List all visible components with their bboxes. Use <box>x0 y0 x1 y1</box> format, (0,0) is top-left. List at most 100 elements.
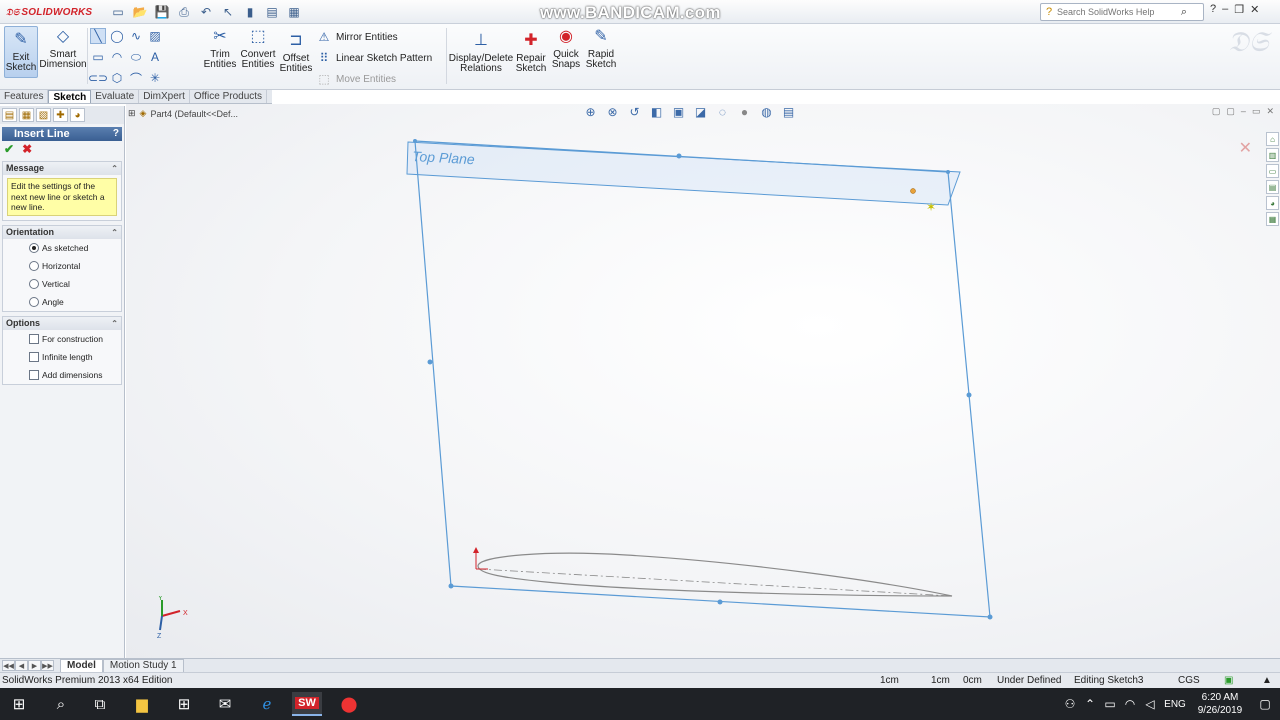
exit-sketch-button[interactable]: ✎ Exit Sketch <box>4 26 38 78</box>
dimxpert-manager-icon[interactable]: ✚ <box>53 108 68 122</box>
wifi-icon[interactable]: ◠ <box>1120 697 1140 711</box>
open-file-icon[interactable]: 📂 <box>132 4 148 20</box>
slot-icon[interactable]: ⊂⊃ <box>88 70 108 86</box>
mirror-entities-button[interactable]: ⚠ Mirror Entities <box>316 30 398 44</box>
last-tab-icon[interactable]: ▶▶ <box>41 660 54 671</box>
repair-sketch-button[interactable]: ✚ Repair Sketch <box>515 30 547 74</box>
minimize-icon[interactable]: – <box>1222 3 1228 16</box>
plane-corner[interactable] <box>987 614 993 620</box>
next-tab-icon[interactable]: ▶ <box>28 660 41 671</box>
file-explorer-icon[interactable]: ▆ <box>127 692 157 716</box>
plane-handle[interactable] <box>427 359 433 365</box>
solidworks-logo[interactable]: 𝔇𝔖 SOLIDWORKS <box>2 4 96 20</box>
save-icon[interactable]: 💾 <box>154 4 170 20</box>
checkbox[interactable] <box>29 370 39 380</box>
ellipse-icon[interactable]: ⬭ <box>128 49 144 65</box>
message-group-header[interactable]: Message ⌃ <box>3 162 121 175</box>
rapid-sketch-button[interactable]: ✎ Rapid Sketch <box>585 26 617 70</box>
select-icon[interactable]: ↖ <box>220 4 236 20</box>
options-group-header[interactable]: Options ⌃ <box>3 317 121 330</box>
status-expand-icon[interactable]: ▲ <box>1262 675 1272 686</box>
polygon-icon[interactable]: ⬡ <box>109 70 125 86</box>
language-indicator[interactable]: ENG <box>1160 699 1190 710</box>
rebuild-icon[interactable]: ▮ <box>242 4 258 20</box>
property-manager-icon[interactable]: ▦ <box>19 108 34 122</box>
display-delete-relations-button[interactable]: ⊥ Display/Delete Relations <box>449 30 513 74</box>
edge-icon[interactable]: ℯ <box>252 692 282 716</box>
line-icon[interactable]: ╲ <box>90 28 106 44</box>
windows-start-icon[interactable]: ⊞ <box>4 692 34 716</box>
orientation-vertical[interactable]: Vertical <box>3 275 121 293</box>
search-icon[interactable]: ⌕ <box>46 692 76 716</box>
option-for-construction[interactable]: For construction <box>3 330 121 348</box>
undo-icon[interactable]: ↶ <box>198 4 214 20</box>
tab-model[interactable]: Model <box>60 658 103 673</box>
spline-icon[interactable]: ∿ <box>128 28 144 44</box>
file-properties-icon[interactable]: ▤ <box>264 4 280 20</box>
restore-icon[interactable]: ❐ <box>1234 3 1244 16</box>
trim-entities-button[interactable]: ✂ Trim Entities <box>204 26 237 70</box>
help-menu-icon[interactable]: ? <box>1210 3 1216 16</box>
tab-motion-study-1[interactable]: Motion Study 1 <box>102 658 184 673</box>
checkbox[interactable] <box>29 334 39 344</box>
point-icon[interactable]: ✳ <box>147 70 163 86</box>
plane-corner[interactable] <box>946 170 950 174</box>
prev-tab-icon[interactable]: ◀ <box>15 660 28 671</box>
tab-evaluate[interactable]: Evaluate <box>91 90 140 103</box>
clock[interactable]: 6:20 AM 9/26/2019 <box>1190 691 1250 717</box>
text-icon[interactable]: A <box>147 49 163 65</box>
linear-sketch-pattern-button[interactable]: ⠿ Linear Sketch Pattern <box>316 51 433 65</box>
options-icon[interactable]: ▦ <box>286 4 302 20</box>
display-manager-icon[interactable]: ◕ <box>70 108 85 122</box>
plane-corner[interactable] <box>448 583 454 589</box>
airfoil-profile[interactable] <box>477 552 953 597</box>
radio-button[interactable] <box>29 297 39 307</box>
orientation-group-header[interactable]: Orientation ⌃ <box>3 226 121 239</box>
tab-dimxpert[interactable]: DimXpert <box>139 90 190 103</box>
feature-tree-icon[interactable]: ▤ <box>2 108 17 122</box>
plane-corner[interactable] <box>413 139 417 143</box>
plane-handle[interactable] <box>966 392 972 398</box>
quick-snaps-button[interactable]: ◉ Quick Snaps <box>550 26 582 70</box>
tab-features[interactable]: Features <box>0 90 49 103</box>
tab-sketch[interactable]: Sketch <box>48 90 92 103</box>
rectangle-icon[interactable]: ▭ <box>90 49 106 65</box>
plane-handle[interactable] <box>717 599 723 605</box>
move-entities-button[interactable]: ⬚ Move Entities <box>316 72 396 86</box>
search-icon[interactable]: ⌕ <box>1175 6 1193 19</box>
unit-system[interactable]: CGS <box>1178 675 1200 686</box>
radio-button[interactable] <box>29 279 39 289</box>
orientation-angle[interactable]: Angle <box>3 293 121 311</box>
option-infinite-length[interactable]: Infinite length <box>3 348 121 366</box>
store-icon[interactable]: ⊞ <box>169 692 199 716</box>
plane-handle[interactable] <box>676 153 682 159</box>
circle-icon[interactable]: ◯ <box>109 28 125 44</box>
orientation-as-sketched[interactable]: As sketched <box>3 239 121 257</box>
ok-icon[interactable]: ✔ <box>4 142 14 156</box>
notifications-icon[interactable]: ▢ <box>1250 697 1280 711</box>
people-icon[interactable]: ⚇ <box>1060 697 1080 711</box>
fillet-icon[interactable]: ⌒ <box>128 70 144 86</box>
smart-dimension-button[interactable]: ◇ Smart Dimension <box>39 26 86 70</box>
radio-button[interactable] <box>29 261 39 271</box>
top-plane-outline[interactable] <box>414 140 991 618</box>
volume-icon[interactable]: ◁ <box>1140 697 1160 711</box>
radio-button[interactable] <box>29 243 39 253</box>
task-view-icon[interactable]: ⧉ <box>85 692 115 716</box>
bandicam-icon[interactable]: ⬤ <box>334 692 364 716</box>
cancel-icon[interactable]: ✖ <box>22 142 32 156</box>
new-file-icon[interactable]: ▭ <box>110 4 126 20</box>
convert-entities-button[interactable]: ⬚ Convert Entities <box>239 26 277 70</box>
mail-icon[interactable]: ✉ <box>210 692 240 716</box>
show-hidden-icons-icon[interactable]: ⌃ <box>1080 697 1100 711</box>
graphics-area[interactable]: ⊞ ◈ Part4 (Default<<Def... ⊕ ⊗ ↺ ◧ ▣ ◪ ◌… <box>126 104 1280 658</box>
sketch-point[interactable] <box>910 188 916 194</box>
tab-office-products[interactable]: Office Products <box>190 90 268 103</box>
sketch-picture-icon[interactable]: ▨ <box>147 28 163 44</box>
first-tab-icon[interactable]: ◀◀ <box>2 660 15 671</box>
configuration-manager-icon[interactable]: ▧ <box>36 108 51 122</box>
help-icon[interactable]: ? <box>113 127 119 141</box>
help-search-input[interactable] <box>1057 7 1175 17</box>
offset-entities-button[interactable]: ⊐ Offset Entities <box>280 30 313 74</box>
close-window-icon[interactable]: ✕ <box>1250 3 1259 16</box>
